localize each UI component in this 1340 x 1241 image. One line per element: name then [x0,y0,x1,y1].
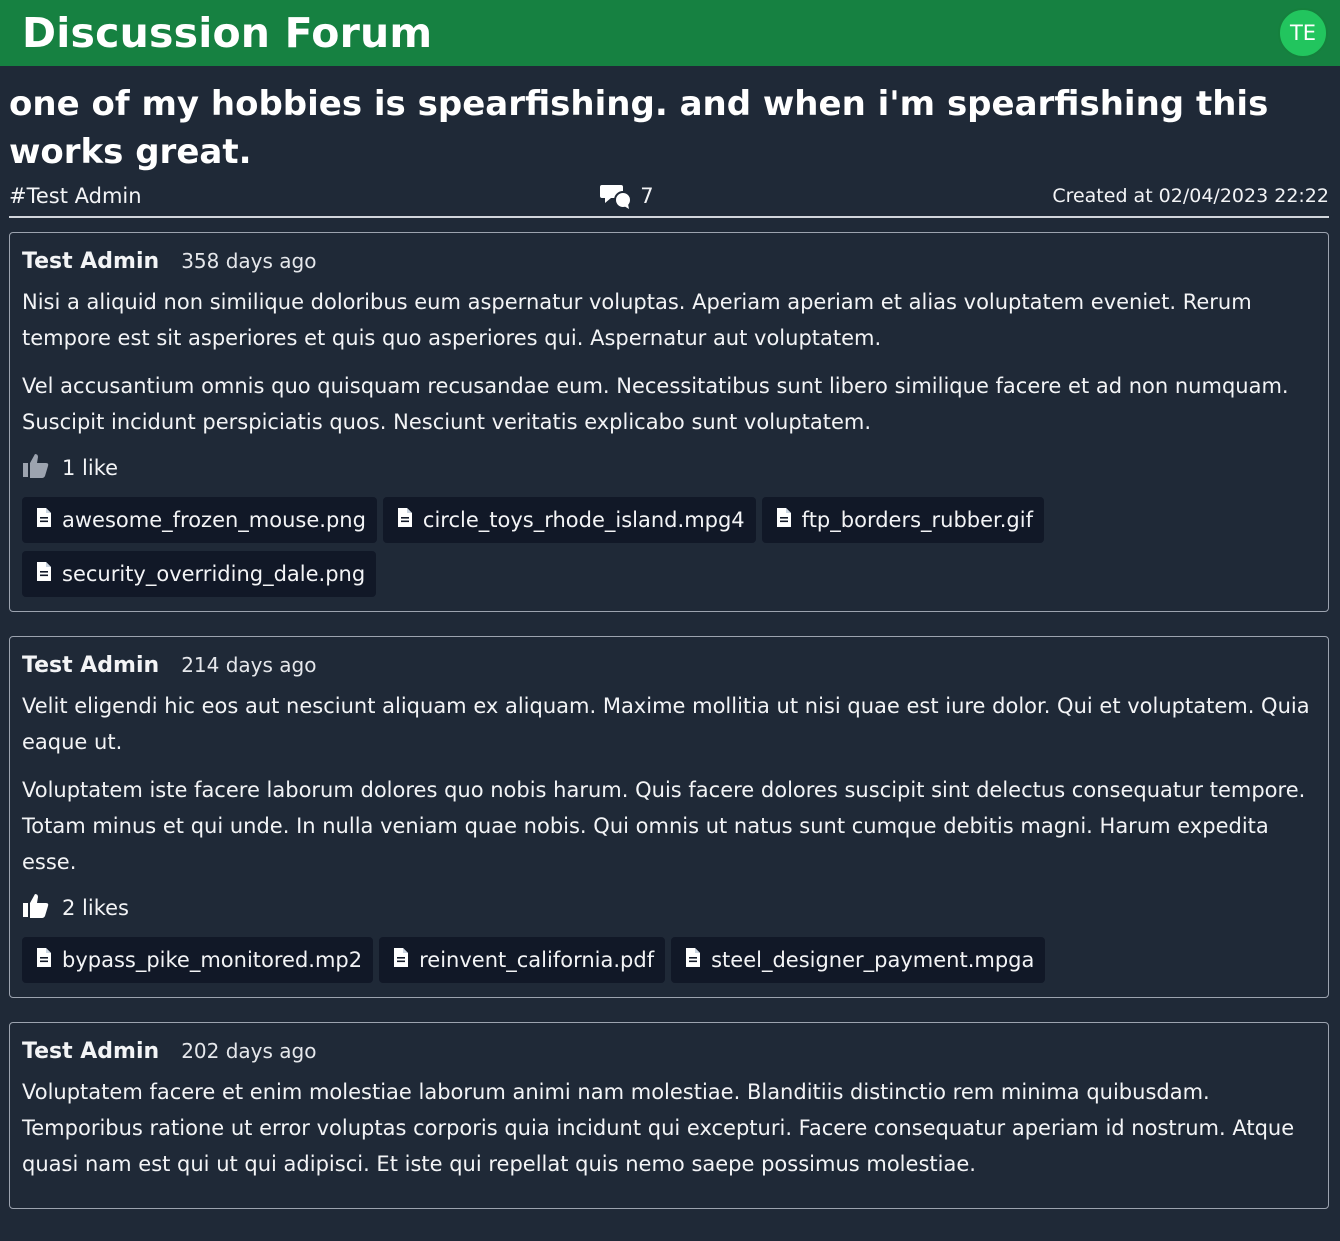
comments-icon [600,185,633,209]
attachment-link[interactable]: circle_toys_rhode_island.mpg4 [382,497,756,543]
thread-created-date: Created at 02/04/2023 22:22 [1052,185,1329,207]
attachment-link[interactable]: security_overriding_dale.png [22,551,377,597]
app-title[interactable]: Discussion Forum [22,9,432,57]
post-age: 214 days ago [181,653,317,677]
attachment-filename: reinvent_california.pdf [419,948,655,972]
attachment-link[interactable]: steel_designer_payment.mpga [671,937,1046,983]
attachment-list: bypass_pike_monitored.mp2 reinvent_califo… [22,937,1316,983]
attachment-filename: steel_designer_payment.mpga [711,948,1035,972]
post-paragraph: Velit eligendi hic eos aut nesciunt aliq… [22,694,1310,754]
file-icon [776,507,792,533]
thumbs-up-icon [22,452,50,483]
file-icon [36,507,52,533]
post-paragraph: Vel accusantium omnis quo quisquam recus… [22,374,1289,434]
attachment-link[interactable]: ftp_borders_rubber.gif [761,497,1044,543]
thread-title: one of my hobbies is spearfishing. and w… [9,84,1269,172]
attachment-link[interactable]: awesome_frozen_mouse.png [22,497,377,543]
post-card: Test Admin 202 days ago Voluptatem facere … [9,1022,1329,1209]
attachment-list: awesome_frozen_mouse.png circle_toys_rhod… [22,497,1316,597]
file-icon [36,561,52,587]
post-header: Test Admin 214 days ago [22,653,1316,678]
thread-view: one of my hobbies is spearfishing. and w… [0,80,1340,1209]
post-author[interactable]: Test Admin [22,249,159,274]
post-age: 358 days ago [181,249,317,273]
file-icon [36,947,52,973]
post-age: 202 days ago [181,1039,317,1063]
like-button[interactable]: 2 likes [22,892,1316,923]
attachment-filename: circle_toys_rhode_island.mpg4 [422,508,745,532]
like-button[interactable]: 1 like [22,452,1316,483]
file-icon [397,507,413,533]
like-count: 1 like [62,455,119,480]
post-paragraph: Nisi a aliquid non similique doloribus e… [22,290,1252,350]
user-avatar[interactable]: TE [1278,8,1328,58]
attachment-link[interactable]: bypass_pike_monitored.mp2 [22,937,374,983]
attachment-filename: ftp_borders_rubber.gif [801,508,1033,532]
attachment-filename: security_overriding_dale.png [62,562,366,586]
top-navbar: Discussion Forum TE [0,0,1340,66]
file-icon [685,947,701,973]
post-card: Test Admin 214 days ago Velit eligendi hic… [9,636,1329,998]
post-author[interactable]: Test Admin [22,1039,159,1064]
post-paragraph: Voluptatem iste facere laborum dolores q… [22,778,1306,874]
like-count: 2 likes [62,895,129,920]
post-author[interactable]: Test Admin [22,653,159,678]
attachment-filename: awesome_frozen_mouse.png [62,508,366,532]
post-card: Test Admin 358 days ago Nisi a aliquid non… [9,232,1329,612]
post-header: Test Admin 202 days ago [22,1039,1316,1064]
post-header: Test Admin 358 days ago [22,249,1316,274]
post-list: Test Admin 358 days ago Nisi a aliquid non… [9,232,1329,1209]
attachment-link[interactable]: reinvent_california.pdf [379,937,666,983]
attachment-filename: bypass_pike_monitored.mp2 [62,948,363,972]
file-icon [393,947,409,973]
thread-meta: #Test Admin 7 Created at 02/04/2023 22:2… [9,176,1329,218]
post-paragraph: Voluptatem facere et enim molestiae labo… [22,1080,1295,1176]
thread-tag[interactable]: #Test Admin [9,184,142,208]
comment-count: 7 [600,182,654,210]
comment-count-value: 7 [640,184,654,208]
thumbs-up-icon [22,892,50,923]
